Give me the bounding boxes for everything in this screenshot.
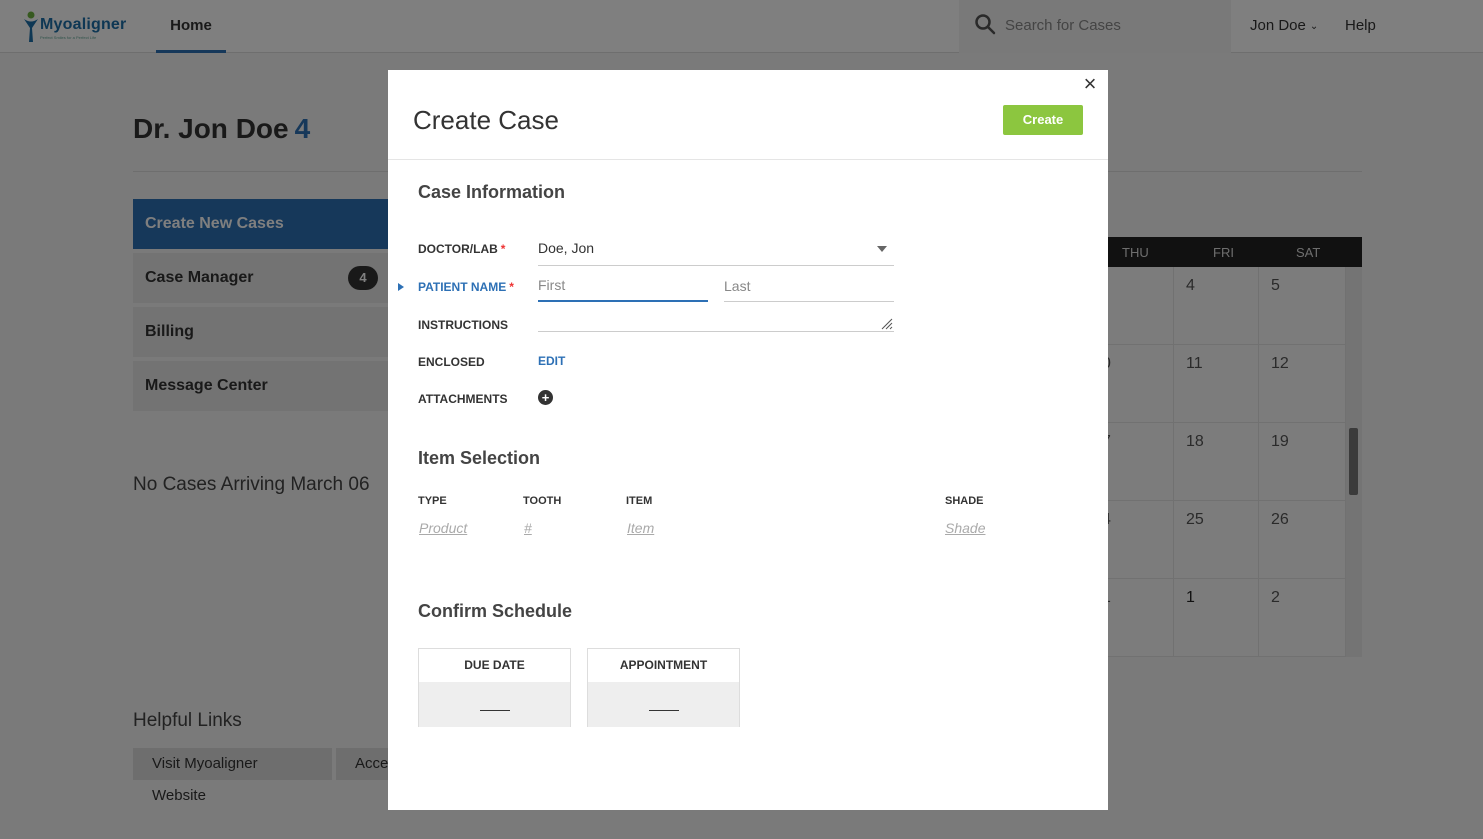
case-information-title: Case Information [418,182,566,202]
doctor-lab-label: DOCTOR/LAB * [418,242,506,256]
appointment-label: APPOINTMENT [588,649,739,682]
doctor-lab-select[interactable]: Doe, Jon [538,233,894,266]
add-attachment-icon[interactable]: + [538,390,553,405]
dialog-title: Create Case [413,105,559,135]
column-header-item: ITEM [626,495,653,507]
due-date-label: DUE DATE [419,649,570,682]
column-header-type: TYPE [418,495,447,507]
due-date-value[interactable] [419,682,570,727]
doctor-lab-value: Doe, Jon [538,240,595,256]
active-row-marker-icon [398,283,404,291]
enclosed-label: ENCLOSED [418,355,485,369]
create-button[interactable]: Create [1003,105,1083,135]
empty-value-line [649,710,679,711]
patient-first-name-input[interactable] [538,270,708,302]
empty-value-line [480,710,510,711]
column-header-tooth: TOOTH [523,495,562,507]
appointment-box[interactable]: APPOINTMENT [587,648,740,727]
shade-field[interactable]: Shade [945,520,985,536]
item-field[interactable]: Item [627,520,654,536]
instructions-textarea[interactable] [538,315,894,332]
due-date-box[interactable]: DUE DATE [418,648,571,727]
confirm-schedule-title: Confirm Schedule [418,601,573,621]
product-field[interactable]: Product [419,520,467,536]
divider [388,159,1108,160]
patient-name-label: PATIENT NAME * [418,280,514,294]
create-case-dialog: × Create Case Create Case Information DO… [388,70,1108,810]
enclosed-edit-link[interactable]: EDIT [538,354,565,368]
attachments-label: ATTACHMENTS [418,392,508,406]
item-selection-title: Item Selection [418,448,541,468]
resize-grip-icon[interactable] [881,318,893,330]
column-header-shade: SHADE [945,495,984,507]
appointment-value[interactable] [588,682,739,727]
patient-last-name-input[interactable] [724,270,894,302]
instructions-label: INSTRUCTIONS [418,318,508,332]
close-icon[interactable]: × [1080,73,1100,95]
caret-down-icon [877,246,887,252]
tooth-field[interactable]: # [524,520,532,536]
